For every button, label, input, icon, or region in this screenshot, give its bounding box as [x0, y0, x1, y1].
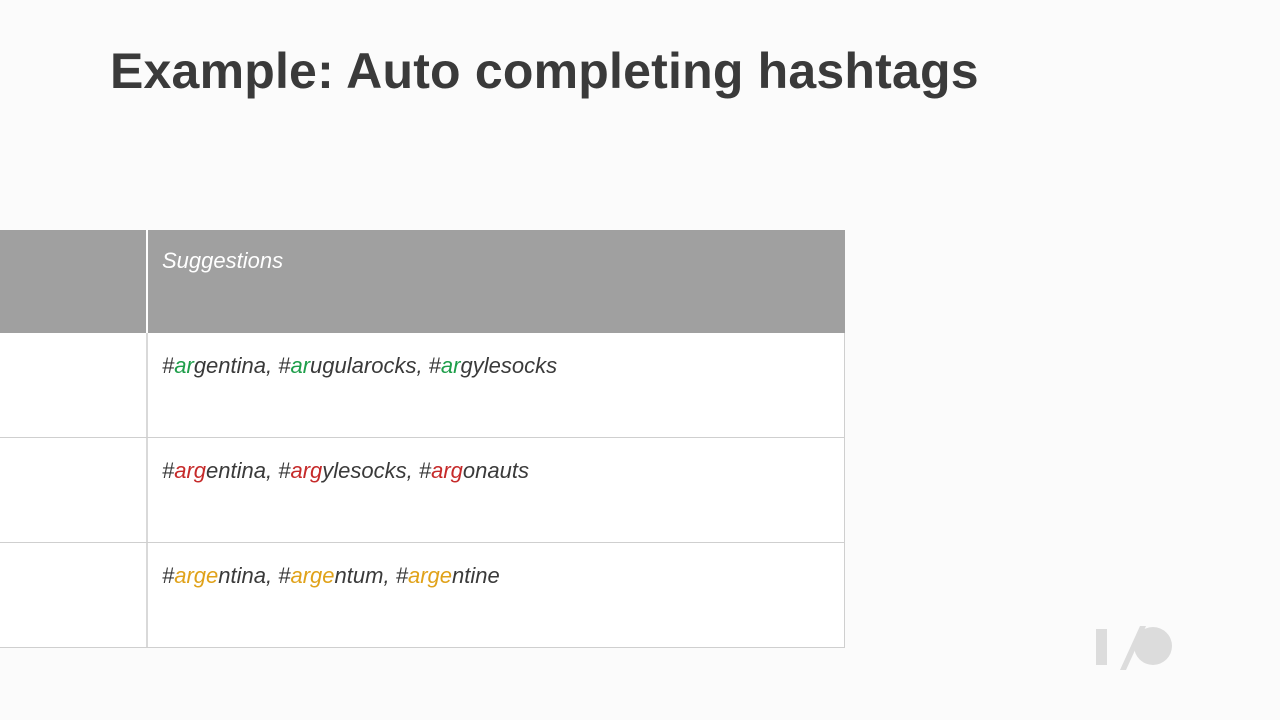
hashtag-hash: # [395, 563, 408, 588]
hashtag-separator: , [416, 353, 429, 378]
hashtag-rest: ylesocks [322, 458, 407, 483]
hashtag-rest: ntina [218, 563, 267, 588]
slide-title: Example: Auto completing hashtags [110, 43, 979, 99]
hashtag-matched-prefix: arg [431, 458, 463, 483]
hashtag-suggestion: #argentina [162, 563, 266, 588]
hashtag-hash: # [428, 353, 441, 378]
hashtag-matched-prefix: arge [407, 563, 452, 588]
hashtag-hash: # [162, 353, 175, 378]
hashtag-matched-prefix: ar [290, 353, 311, 378]
hashtag-hash: # [278, 353, 291, 378]
hashtag-rest: gylesocks [460, 353, 558, 378]
hashtag-suggestion: #argentina [162, 458, 266, 483]
hashtag-suggestion: #argylesocks [278, 458, 406, 483]
table-row-left-cell [0, 543, 148, 647]
logo-bar-shape [1096, 629, 1107, 665]
hashtag-suggestion: #argentina [162, 353, 266, 378]
hashtag-suggestion: #arugularocks [278, 353, 416, 378]
table-header-row: Suggestions [0, 230, 845, 333]
table-header-suggestions: Suggestions [148, 230, 845, 333]
slide: Example: Auto completing hashtags Sugges… [0, 0, 1280, 720]
hashtag-rest: onauts [462, 458, 529, 483]
hashtag-suggestion: #argonauts [419, 458, 529, 483]
hashtag-separator: , [266, 353, 279, 378]
hashtag-separator: , [266, 458, 279, 483]
suggestions-table: Suggestions #argentina, #arugularocks, #… [0, 230, 845, 648]
hashtag-hash: # [162, 563, 175, 588]
table-row: #argentina, #argylesocks, #argonauts [0, 438, 845, 543]
hashtag-suggestion: #argylesocks [429, 353, 557, 378]
hashtag-rest: ntum [334, 563, 384, 588]
hashtag-rest: ntine [452, 563, 500, 588]
table-header-left-cell [0, 230, 148, 333]
hashtag-separator: , [406, 458, 419, 483]
suggestions-cell: #argentina, #arugularocks, #argylesocks [148, 333, 845, 437]
hashtag-rest: ugularocks [310, 353, 417, 378]
hashtag-rest: entina [206, 458, 266, 483]
table-row: #argentina, #arugularocks, #argylesocks [0, 333, 845, 438]
table-row: #argentina, #argentum, #argentine [0, 543, 845, 648]
hashtag-matched-prefix: ar [174, 353, 194, 378]
hashtag-hash: # [162, 458, 175, 483]
hashtag-suggestion: #argentum [278, 563, 383, 588]
hashtag-hash: # [278, 563, 291, 588]
hashtag-matched-prefix: arg [290, 458, 323, 483]
table-row-left-cell [0, 333, 148, 437]
hashtag-separator: , [266, 563, 279, 588]
suggestions-cell: #argentina, #argentum, #argentine [148, 543, 845, 647]
hashtag-hash: # [418, 458, 432, 483]
hashtag-rest: gentina [193, 353, 266, 378]
hashtag-suggestion: #argentine [396, 563, 500, 588]
logo-circle-shape [1134, 627, 1172, 665]
hashtag-matched-prefix: arge [290, 563, 335, 588]
hashtag-matched-prefix: ar [440, 353, 461, 378]
google-io-logo-icon [1096, 626, 1172, 670]
hashtag-hash: # [278, 458, 291, 483]
table-row-left-cell [0, 438, 148, 542]
hashtag-separator: , [383, 563, 396, 588]
hashtag-matched-prefix: arg [174, 458, 207, 483]
hashtag-matched-prefix: arge [174, 563, 219, 588]
suggestions-cell: #argentina, #argylesocks, #argonauts [148, 438, 845, 542]
